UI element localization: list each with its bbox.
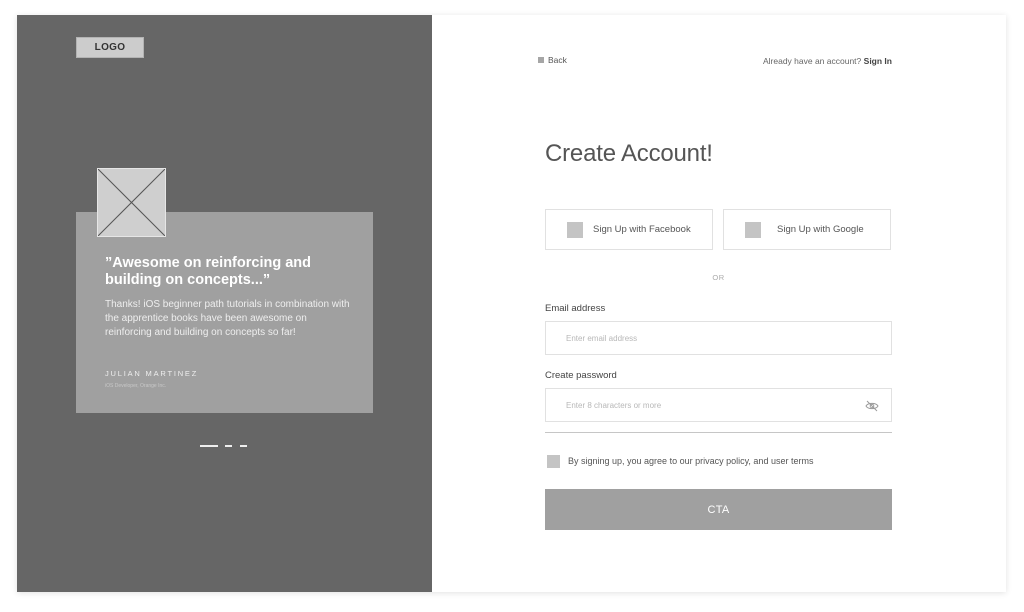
email-label: Email address bbox=[545, 303, 606, 314]
eye-slash-icon[interactable] bbox=[865, 399, 879, 412]
back-icon bbox=[538, 57, 544, 63]
testimonial-body: Thanks! iOS beginner path tutorials in c… bbox=[105, 299, 350, 338]
email-field-box bbox=[545, 321, 892, 355]
google-signup-button[interactable]: Sign Up with Google bbox=[723, 209, 891, 250]
signin-link[interactable]: Sign In bbox=[864, 56, 892, 66]
password-label: Create password bbox=[545, 370, 617, 381]
carousel-dot[interactable] bbox=[240, 445, 247, 447]
or-divider: OR bbox=[712, 273, 725, 282]
google-signup-label: Sign Up with Google bbox=[777, 224, 864, 235]
google-icon bbox=[745, 221, 761, 238]
signin-prompt: Already have an account? Sign In bbox=[763, 56, 892, 66]
back-label: Back bbox=[548, 55, 567, 65]
password-field-box bbox=[545, 388, 892, 422]
testimonial-author: JULIAN MARTINEZ bbox=[105, 369, 199, 378]
logo: LOGO bbox=[76, 37, 144, 58]
terms-text: By signing up, you agree to our privacy … bbox=[568, 456, 814, 466]
account-prompt-text: Already have an account? bbox=[762, 56, 862, 66]
email-input[interactable] bbox=[546, 322, 891, 354]
testimonial-panel: LOGO ”Awesome on reinforcing and buildin… bbox=[17, 15, 432, 592]
testimonial-quote: ”Awesome on reinforcing and building on … bbox=[105, 255, 311, 288]
page-title: Create Account! bbox=[545, 140, 713, 167]
logo-text: LOGO bbox=[94, 42, 126, 53]
password-input[interactable] bbox=[546, 389, 891, 421]
testimonial-author-role: iOS Developer, Orange Inc. bbox=[105, 383, 167, 389]
terms-checkbox[interactable] bbox=[547, 455, 560, 468]
password-strength-bar bbox=[545, 432, 892, 433]
image-placeholder-icon bbox=[97, 168, 166, 237]
carousel-dot-active[interactable] bbox=[200, 445, 218, 447]
back-button[interactable]: Back bbox=[538, 55, 567, 65]
facebook-signup-button[interactable]: Sign Up with Facebook bbox=[545, 209, 713, 250]
facebook-icon bbox=[567, 221, 583, 238]
cta-button[interactable]: CTA bbox=[545, 489, 892, 530]
facebook-signup-label: Sign Up with Facebook bbox=[593, 224, 691, 235]
carousel-dot[interactable] bbox=[225, 445, 232, 447]
